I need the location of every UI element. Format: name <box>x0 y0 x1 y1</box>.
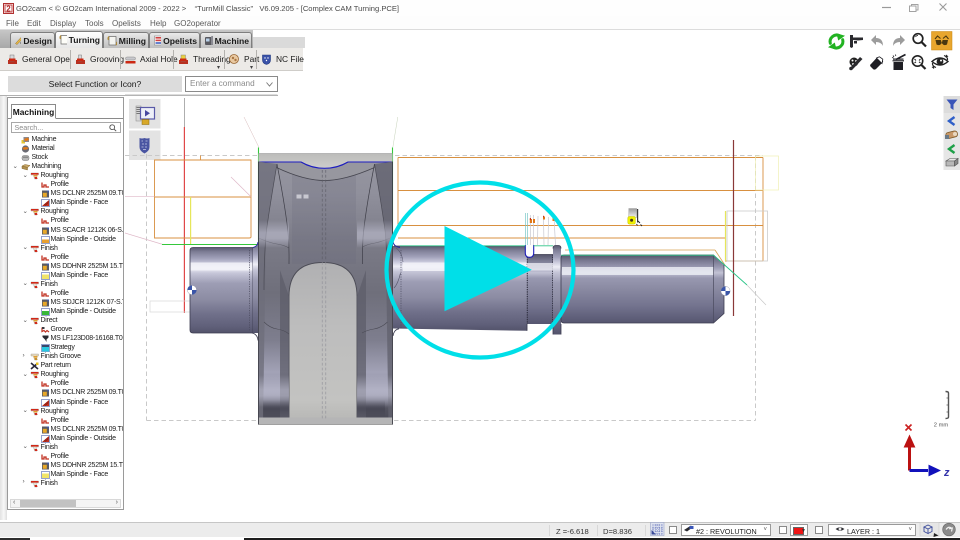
svg-text:2 mm: 2 mm <box>934 423 949 429</box>
svg-text:2: 2 <box>6 4 11 13</box>
svg-text:z: z <box>943 467 950 479</box>
